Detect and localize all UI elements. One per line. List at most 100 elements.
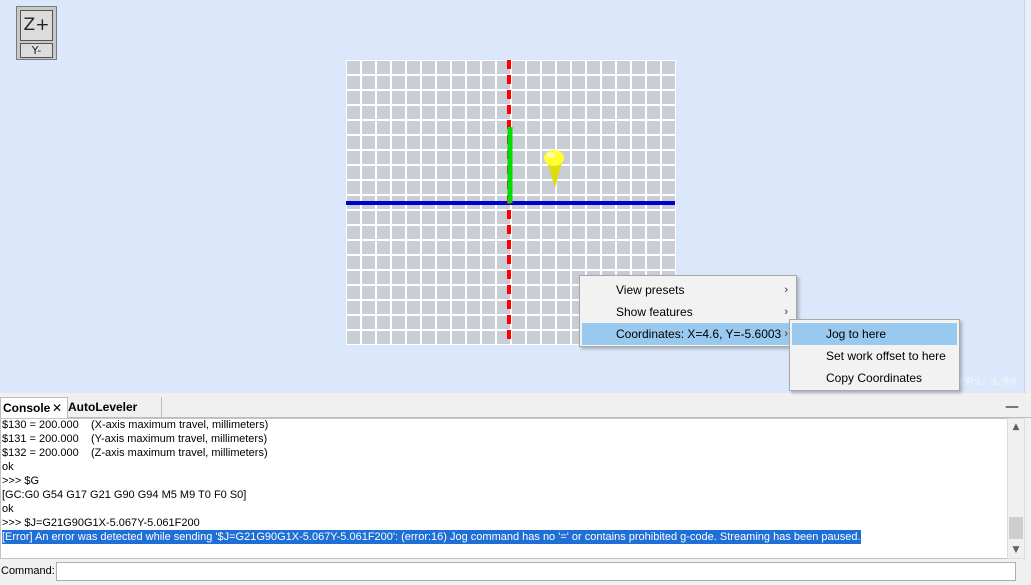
grid-cell <box>422 106 435 119</box>
menu-item-show-features[interactable]: Show features › <box>582 301 794 323</box>
grid-cell <box>452 256 465 269</box>
grid-cell <box>542 61 555 74</box>
grid-cell <box>437 76 450 89</box>
grid-cell <box>347 106 360 119</box>
grid-cell <box>527 61 540 74</box>
close-icon[interactable]: ✕ <box>52 398 62 418</box>
tab-autoleveler[interactable]: AutoLeveler <box>66 397 162 417</box>
grid-cell <box>557 76 570 89</box>
grid-cell <box>557 241 570 254</box>
grid-cell <box>377 151 390 164</box>
menu-item-set-work-offset[interactable]: Set work offset to here <box>792 345 957 367</box>
grid-cell <box>557 256 570 269</box>
grid-cell <box>452 76 465 89</box>
console-output[interactable]: $130 = 200.000 (X-axis maximum travel, m… <box>0 418 1008 559</box>
triangle-down-icon[interactable]: ▼ <box>1008 542 1024 558</box>
grid-cell <box>602 91 615 104</box>
grid-cell <box>602 181 615 194</box>
grid-cell <box>452 136 465 149</box>
grid-cell <box>632 61 645 74</box>
grid-cell <box>512 316 525 329</box>
grid-cell <box>377 256 390 269</box>
view-cube[interactable]: Z+ Y- <box>16 6 57 60</box>
grid-cell <box>392 181 405 194</box>
grid-cell <box>392 331 405 344</box>
grid-cell <box>647 151 660 164</box>
minimize-icon[interactable]: — <box>1005 397 1019 417</box>
dock-tab-bar: Console ✕ AutoLeveler — <box>0 397 1031 418</box>
grid-cell <box>542 91 555 104</box>
grid-cell <box>362 91 375 104</box>
grid-cell <box>362 271 375 284</box>
console-error-line: [Error] An error was detected while send… <box>2 530 861 544</box>
grid-cell <box>422 286 435 299</box>
grid-cell <box>407 181 420 194</box>
grid-cell <box>437 226 450 239</box>
grid-cell <box>602 151 615 164</box>
grid-cell <box>347 136 360 149</box>
grid-cell <box>362 136 375 149</box>
grid-cell <box>347 271 360 284</box>
command-input[interactable] <box>56 562 1016 581</box>
grid-cell <box>437 241 450 254</box>
grid-cell <box>347 241 360 254</box>
grid-cell <box>467 286 480 299</box>
grid-cell <box>647 166 660 179</box>
menu-item-view-presets[interactable]: View presets › <box>582 279 794 301</box>
grid-cell <box>512 331 525 344</box>
grid-cell <box>572 121 585 134</box>
tab-console[interactable]: Console ✕ <box>0 397 68 418</box>
grid-cell <box>437 136 450 149</box>
view-cube-front-face[interactable]: Y- <box>20 43 53 58</box>
grid-cell <box>422 301 435 314</box>
grid-cell <box>557 331 570 344</box>
coordinates-submenu: Jog to here Set work offset to here Copy… <box>789 319 960 391</box>
menu-item-coordinates[interactable]: Coordinates: X=4.6, Y=-5.6003 › <box>582 323 794 345</box>
grid-cell <box>347 256 360 269</box>
grid-cell <box>512 181 525 194</box>
grid-cell <box>422 151 435 164</box>
grid-cell <box>587 136 600 149</box>
grid-cell <box>407 61 420 74</box>
grid-cell <box>572 211 585 224</box>
grid-cell <box>482 136 495 149</box>
grid-cell <box>407 331 420 344</box>
grid-cell <box>437 151 450 164</box>
chevron-right-icon: › <box>784 284 788 296</box>
grid-cell <box>377 106 390 119</box>
grid-cell <box>512 241 525 254</box>
grid-cell <box>512 166 525 179</box>
triangle-up-icon[interactable]: ▲ <box>1008 419 1024 435</box>
grid-cell <box>437 316 450 329</box>
grid-cell <box>422 136 435 149</box>
menu-item-jog-to-here[interactable]: Jog to here <box>792 323 957 345</box>
grid-cell <box>377 166 390 179</box>
grid-cell <box>422 166 435 179</box>
grid-cell <box>647 76 660 89</box>
grid-cell <box>527 331 540 344</box>
console-scrollbar[interactable]: ▲ ▼ <box>1007 418 1025 559</box>
grid-cell <box>512 76 525 89</box>
grid-cell <box>572 241 585 254</box>
menu-item-copy-coordinates[interactable]: Copy Coordinates <box>792 367 957 389</box>
grid-cell <box>527 76 540 89</box>
grid-cell <box>407 91 420 104</box>
menu-item-label: View presets <box>616 283 685 297</box>
grid-cell <box>377 136 390 149</box>
console-line: ok <box>2 461 14 473</box>
menu-item-label: Set work offset to here <box>826 349 946 363</box>
grid-cell <box>362 316 375 329</box>
view-cube-top-face[interactable]: Z+ <box>20 10 53 41</box>
grid-cell <box>437 331 450 344</box>
grid-cell <box>437 166 450 179</box>
grid-cell <box>392 271 405 284</box>
grid-cell <box>347 316 360 329</box>
grid-cell <box>422 121 435 134</box>
grid-cell <box>632 166 645 179</box>
scrollbar-thumb[interactable] <box>1009 517 1023 539</box>
grid-cell <box>662 226 675 239</box>
grid-cell <box>662 181 675 194</box>
grid-cell <box>362 211 375 224</box>
grid-cell <box>422 241 435 254</box>
viewport-edge <box>1024 0 1031 393</box>
